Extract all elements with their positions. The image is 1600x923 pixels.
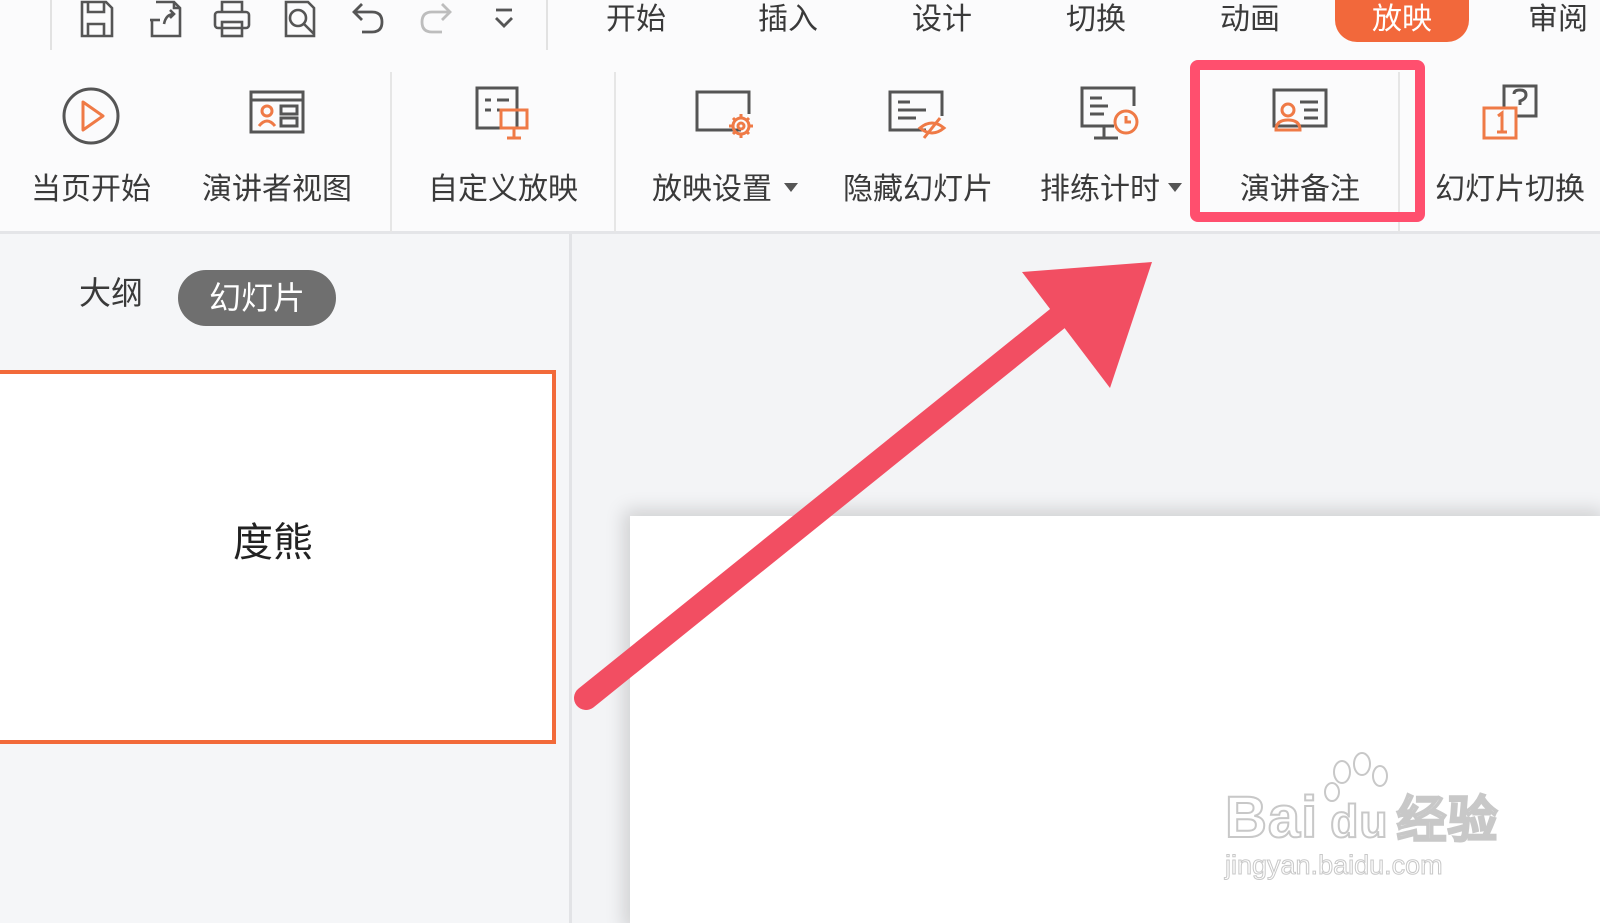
tab-insert[interactable]: 插入 [748,0,828,42]
tab-animation[interactable]: 动画 [1210,0,1290,42]
dropdown-caret-icon [784,183,798,192]
presenter-view-icon [241,80,313,152]
save-icon[interactable] [72,0,120,40]
customize-dropdown-icon[interactable] [480,0,528,40]
tab-slides[interactable]: 幻灯片 [178,270,336,326]
tab-transition[interactable]: 切换 [1056,0,1136,42]
tab-design[interactable]: 设计 [902,0,982,42]
title-toolbar: 开始 插入 设计 切换 动画 放映 审阅 [0,0,1600,56]
hide-slide-label: 隐藏幻灯片 [843,172,993,207]
speaker-notes-highlight-box [1190,60,1425,222]
print-icon[interactable] [208,0,256,40]
custom-show-icon [467,80,539,152]
hide-slide-icon [882,80,954,152]
window-edge [0,0,2,30]
tab-outline[interactable]: 大纲 [66,270,156,316]
ribbon-separator [390,72,392,232]
slide-transition-label: 幻灯片切换 [1435,172,1585,207]
rehearse-timing-label: 排练计时 [1040,172,1182,208]
redo-icon[interactable] [412,0,460,40]
slide-thumbnail[interactable]: 度熊 [0,370,556,744]
show-settings-button[interactable]: 放映设置 [640,80,810,230]
play-icon [55,80,127,152]
show-settings-icon [689,80,761,152]
ribbon-separator [614,72,616,232]
rehearse-timing-button[interactable]: 排练计时 [1040,80,1182,230]
tab-slideshow[interactable]: 放映 [1335,0,1469,42]
baidu-jingyan-watermark: Bai du 经验 jingyan.baidu.com [1224,750,1525,890]
from-current-slide-label: 当页开始 [31,172,151,207]
custom-show-label: 自定义放映 [428,172,578,207]
hide-slide-button[interactable]: 隐藏幻灯片 [838,80,998,230]
export-icon[interactable] [142,0,190,40]
slide-navigation-panel: 大纲 幻灯片 度熊 [0,234,572,923]
dropdown-caret-icon [1168,183,1182,192]
watermark-url: jingyan.baidu.com [1225,850,1444,881]
watermark-brand: Bai du 经验 [1224,784,1499,851]
from-current-slide-button[interactable]: 当页开始 [26,80,156,230]
slide-transition-button[interactable]: 幻灯片切换 [1420,80,1600,230]
show-settings-label: 放映设置 [640,172,810,208]
print-preview-icon[interactable] [276,0,324,40]
toolbar-separator [546,0,548,50]
tab-review[interactable]: 审阅 [1518,0,1598,42]
presenter-view-button[interactable]: 演讲者视图 [192,80,362,230]
undo-icon[interactable] [344,0,392,40]
slide-transition-icon [1474,80,1546,152]
slide-thumbnail-text: 度熊 [233,520,313,566]
rehearse-timing-icon [1074,80,1146,152]
tab-start[interactable]: 开始 [596,0,676,42]
presenter-view-label: 演讲者视图 [202,172,352,207]
custom-show-button[interactable]: 自定义放映 [418,80,588,230]
toolbar-separator [50,0,52,50]
